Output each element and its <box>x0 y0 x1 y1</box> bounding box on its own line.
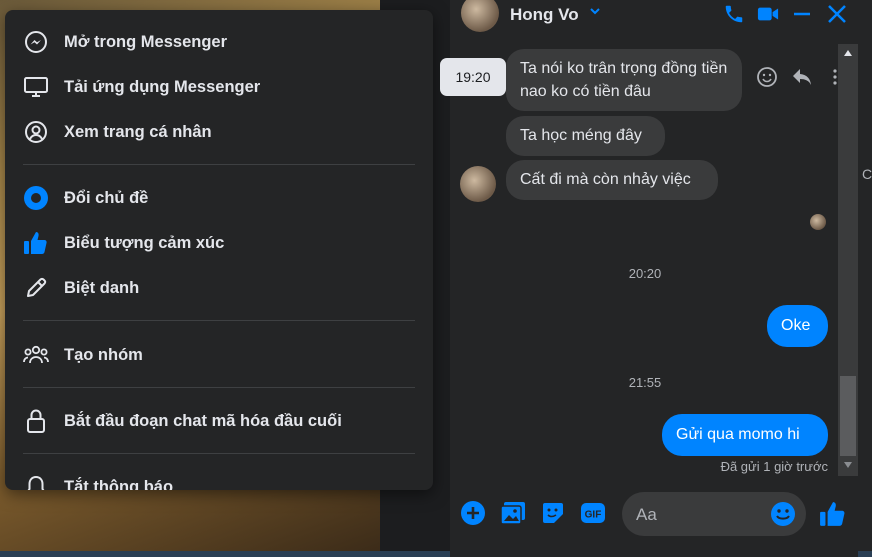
chevron-down-icon[interactable] <box>588 4 602 18</box>
theme-icon <box>23 185 49 211</box>
react-icon[interactable] <box>756 66 778 93</box>
add-icon[interactable] <box>460 500 486 526</box>
chat-options-menu: Mở trong Messenger Tải ứng dụng Messenge… <box>5 10 433 490</box>
menu-item-label: Mở trong Messenger <box>64 32 228 51</box>
menu-item-nickname[interactable]: Biệt danh <box>5 266 433 310</box>
message-bubble-outgoing[interactable]: Gửi qua momo hi <box>662 414 828 456</box>
background-panel-right: C <box>858 0 872 557</box>
lock-icon <box>23 408 49 434</box>
message-bubble-incoming[interactable]: Ta nói ko trân trọng đồng tiền nao ko có… <box>506 49 742 111</box>
sticker-icon[interactable] <box>540 500 566 526</box>
thumbs-up-icon <box>23 230 49 256</box>
timestamp: 21:55 <box>628 375 662 390</box>
menu-divider <box>23 453 415 454</box>
menu-item-download-app[interactable]: Tải ứng dụng Messenger <box>5 65 433 109</box>
send-like-icon[interactable] <box>819 500 847 528</box>
menu-item-label: Đổi chủ đề <box>64 188 149 207</box>
gif-icon[interactable]: GIF <box>580 500 606 526</box>
menu-item-label: Tạo nhóm <box>64 345 143 364</box>
message-time-tooltip: 19:20 <box>440 58 506 96</box>
group-icon <box>23 342 49 368</box>
profile-icon <box>23 119 49 145</box>
scrollbar-thumb[interactable] <box>840 376 856 456</box>
chat-header: Hong Vo <box>450 0 858 32</box>
photo-icon[interactable] <box>500 500 526 526</box>
menu-item-label: Xem trang cá nhân <box>64 122 212 141</box>
avatar <box>460 166 496 202</box>
messenger-icon <box>23 29 49 55</box>
menu-item-create-group[interactable]: Tạo nhóm <box>5 333 433 377</box>
bell-icon <box>23 474 49 490</box>
menu-item-emoji[interactable]: Biểu tượng cảm xúc <box>5 221 433 265</box>
menu-item-label: Biểu tượng cảm xúc <box>64 233 225 252</box>
menu-divider <box>23 320 415 321</box>
message-bubble-incoming[interactable]: Cất đi mà còn nhảy việc <box>506 160 718 200</box>
message-bubble-outgoing[interactable]: Oke <box>767 305 828 347</box>
video-call-icon[interactable] <box>756 2 780 26</box>
menu-item-label: Tải ứng dụng Messenger <box>64 77 261 96</box>
menu-item-label: Bắt đầu đoạn chat mã hóa đầu cuối <box>64 411 342 430</box>
menu-item-view-profile[interactable]: Xem trang cá nhân <box>5 110 433 154</box>
menu-divider <box>23 164 415 165</box>
menu-item-label: Tắt thông báo <box>64 477 174 491</box>
reply-icon[interactable] <box>791 67 813 92</box>
menu-item-open-messenger[interactable]: Mở trong Messenger <box>5 20 433 64</box>
emoji-icon[interactable] <box>770 501 796 532</box>
seen-avatar <box>810 214 826 230</box>
contact-name[interactable]: Hong Vo <box>510 5 579 25</box>
scroll-down-arrow[interactable] <box>844 462 852 468</box>
minimize-icon[interactable] <box>790 2 814 26</box>
menu-divider <box>23 387 415 388</box>
monitor-icon <box>23 74 49 100</box>
scroll-up-arrow[interactable] <box>844 50 852 56</box>
message-input[interactable] <box>634 502 768 528</box>
timestamp: 20:20 <box>628 266 662 281</box>
menu-item-label: Biệt danh <box>64 278 140 297</box>
message-bubble-incoming[interactable]: Ta học méng đây <box>506 116 665 156</box>
menu-item-e2e-chat[interactable]: Bắt đầu đoạn chat mã hóa đầu cuối <box>5 399 433 443</box>
pencil-icon <box>23 275 49 301</box>
phone-icon[interactable] <box>722 2 746 26</box>
message-composer[interactable] <box>622 492 806 536</box>
menu-item-change-theme[interactable]: Đổi chủ đề <box>5 176 433 220</box>
avatar[interactable] <box>461 0 499 32</box>
close-icon[interactable] <box>825 2 849 26</box>
menu-item-mute-notifications[interactable]: Tắt thông báo <box>5 465 433 490</box>
delivery-status: Đã gửi 1 giờ trước <box>720 459 828 474</box>
svg-text:GIF: GIF <box>585 510 602 521</box>
